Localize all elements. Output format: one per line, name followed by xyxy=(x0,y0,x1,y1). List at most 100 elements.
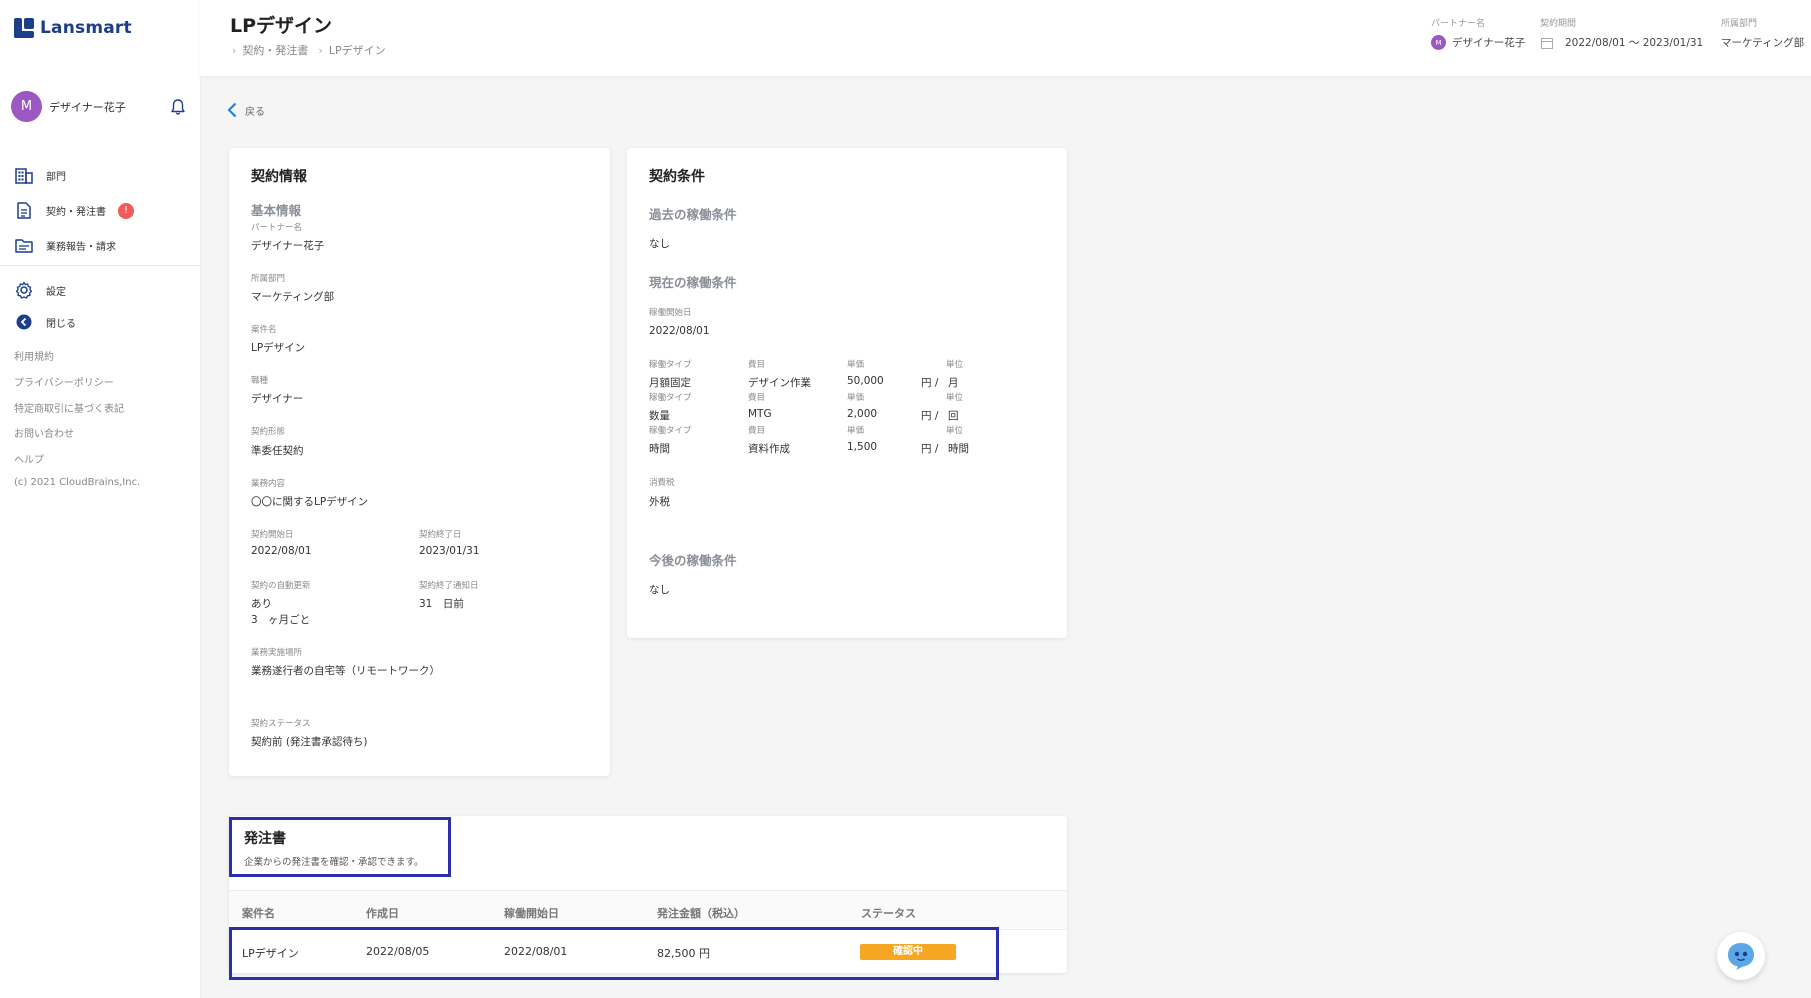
section-heading: 基本情報 xyxy=(251,203,302,218)
alert-badge: ! xyxy=(118,202,134,219)
sidebar-item-settings[interactable]: 設定 xyxy=(0,274,200,306)
user-profile[interactable]: M デザイナー花子 xyxy=(11,91,186,122)
gear-icon xyxy=(14,280,34,300)
term-price: 50,000 xyxy=(847,375,884,387)
field-value: 業務遂行者の自宅等（リモートワーク） xyxy=(251,665,440,677)
logo-text: Lansmart xyxy=(40,18,132,38)
field-label: 契約終了通知日 xyxy=(419,581,479,591)
help-link[interactable]: ヘルプ xyxy=(14,451,140,477)
footer-links: 利用規約 プライバシーポリシー 特定商取引に基づく表記 お問い合わせ ヘルプ (… xyxy=(14,348,140,503)
chat-button[interactable] xyxy=(1717,932,1765,980)
column-header-start: 稼働開始日 xyxy=(504,907,559,920)
field-value: 2022/08/01 xyxy=(251,545,312,557)
term-unit: 月 xyxy=(948,377,959,389)
partner-label: パートナー名 xyxy=(1431,19,1486,29)
term-price: 1,500 xyxy=(847,441,878,453)
sidebar-item-contracts[interactable]: 契約・発注書 ! xyxy=(0,193,200,228)
term-type: 月額固定 xyxy=(649,377,691,389)
field-label: 契約の自動更新 xyxy=(251,581,311,591)
avatar: M xyxy=(1431,35,1446,50)
section-heading: 今後の稼働条件 xyxy=(649,553,737,568)
chevron-right-icon: › xyxy=(318,43,323,57)
term-yen: 円 / xyxy=(921,443,939,455)
term-unit: 時間 xyxy=(948,443,969,455)
term-yen: 円 / xyxy=(921,410,939,422)
column-header-status: ステータス xyxy=(861,907,916,920)
field-label: 契約ステータス xyxy=(251,719,311,729)
collapse-icon xyxy=(14,312,34,332)
logo-icon xyxy=(14,18,34,38)
section-heading: 過去の稼働条件 xyxy=(649,207,737,222)
commerce-law-link[interactable]: 特定商取引に基づく表記 xyxy=(14,400,140,426)
field-value: 3 ヶ月ごと xyxy=(251,614,311,626)
folder-icon xyxy=(14,236,34,256)
field-value: マーケティング部 xyxy=(251,291,335,303)
column-label: 単位 xyxy=(946,360,964,370)
term-type: 数量 xyxy=(649,410,670,422)
sidebar-item-label: 設定 xyxy=(46,286,66,298)
main-menu: 部門 契約・発注書 ! 業務報告・請求 xyxy=(0,158,200,263)
field-value: 2023/01/31 xyxy=(419,545,480,557)
breadcrumb: › 契約・発注書 › LPデザイン xyxy=(232,42,396,58)
logo[interactable]: Lansmart xyxy=(14,18,132,38)
field-label: 業務実施場所 xyxy=(251,648,303,658)
contact-link[interactable]: お問い合わせ xyxy=(14,425,140,451)
field-label: 職種 xyxy=(251,376,269,386)
field-value: 〇〇に関するLPデザイン xyxy=(251,496,369,508)
term-price: 2,000 xyxy=(847,408,878,420)
bell-icon[interactable] xyxy=(170,98,186,116)
back-link[interactable]: 戻る xyxy=(227,102,265,118)
field-label: 契約終了日 xyxy=(419,530,462,540)
field-label: パートナー名 xyxy=(251,223,303,233)
page-title: LPデザイン xyxy=(230,15,333,37)
breadcrumb-contracts[interactable]: 契約・発注書 xyxy=(242,42,308,58)
contract-terms-card: 契約条件 過去の稼働条件 なし 現在の稼働条件 稼働開始日 2022/08/01… xyxy=(627,148,1067,638)
field-value: LPデザイン xyxy=(251,342,306,354)
highlight-box-title xyxy=(229,817,451,877)
contract-info-card: 契約情報 基本情報 パートナー名 デザイナー花子 所属部門 マーケティング部 案… xyxy=(229,148,610,776)
period-value: 2022/08/01 〜 2023/01/31 xyxy=(1541,35,1703,50)
column-label: 単位 xyxy=(946,426,964,436)
column-header-name: 案件名 xyxy=(242,907,275,920)
terms-link[interactable]: 利用規約 xyxy=(14,348,140,374)
column-label: 単価 xyxy=(847,426,865,436)
field-value: 準委任契約 xyxy=(251,445,304,457)
sidebar-item-label: 閉じる xyxy=(46,318,76,330)
sidebar-item-reports[interactable]: 業務報告・請求 xyxy=(0,228,200,263)
sidebar-divider xyxy=(0,265,200,266)
field-label: 案件名 xyxy=(251,325,277,335)
field-value: 31 日前 xyxy=(419,598,464,610)
sidebar-item-label: 業務報告・請求 xyxy=(46,242,116,253)
period-text: 2022/08/01 〜 2023/01/31 xyxy=(1565,37,1704,49)
user-name: デザイナー花子 xyxy=(49,100,126,114)
sidebar-item-label: 契約・発注書 xyxy=(46,207,106,218)
field-value: 2022/08/01 xyxy=(649,325,710,337)
term-type: 時間 xyxy=(649,443,670,455)
column-label: 単価 xyxy=(847,393,865,403)
sidebar-item-collapse[interactable]: 閉じる xyxy=(0,306,200,338)
chevron-left-icon xyxy=(227,102,237,118)
field-label: 契約形態 xyxy=(251,427,286,437)
sidebar-item-departments[interactable]: 部門 xyxy=(0,158,200,193)
highlight-box-row xyxy=(229,927,999,980)
secondary-menu: 設定 閉じる xyxy=(0,274,200,338)
table-header xyxy=(229,891,1067,929)
term-item: デザイン作業 xyxy=(748,377,811,389)
document-icon xyxy=(14,201,34,221)
field-value: デザイナー花子 xyxy=(251,240,325,252)
field-value: 外税 xyxy=(649,496,670,508)
field-label: 稼働開始日 xyxy=(649,308,692,318)
term-item: 資料作成 xyxy=(748,443,790,455)
term-unit: 回 xyxy=(948,410,959,422)
privacy-link[interactable]: プライバシーポリシー xyxy=(14,374,140,400)
field-value: なし xyxy=(649,584,670,596)
building-icon xyxy=(14,166,34,186)
field-value: あり xyxy=(251,598,272,610)
field-label: 業務内容 xyxy=(251,479,286,489)
chevron-right-icon: › xyxy=(232,43,237,57)
field-value: 契約前 (発注書承認待ち) xyxy=(251,736,368,748)
calendar-icon xyxy=(1541,37,1553,49)
column-label: 費目 xyxy=(748,393,766,403)
period-label: 契約期間 xyxy=(1540,19,1577,29)
card-title: 契約条件 xyxy=(649,169,705,185)
